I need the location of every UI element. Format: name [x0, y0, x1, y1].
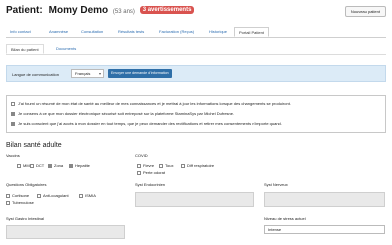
checkbox[interactable] [79, 194, 83, 198]
covid-option[interactable]: Fievre [137, 163, 154, 168]
section-title-bilan: Bilan santé adulte [6, 142, 62, 149]
option-label: Diff respiratoire [187, 163, 215, 168]
covid-option[interactable]: Diff respiratoire [181, 163, 214, 168]
consent-row: J'ai fourni un résumé de mon état de san… [11, 101, 291, 106]
option-label: Toux [165, 163, 174, 168]
language-selected: Français [75, 71, 91, 76]
consents-box: J'ai fourni un résumé de mon état de san… [6, 95, 386, 133]
option-label: DCT [36, 163, 45, 168]
checkbox[interactable] [30, 164, 34, 168]
covid-option[interactable]: Toux [159, 163, 173, 168]
vaccins-label: Vaccins [6, 153, 20, 158]
checkbox[interactable] [181, 164, 185, 168]
checkbox[interactable] [137, 164, 141, 168]
option-label: Zona [54, 163, 64, 168]
checkbox[interactable] [159, 164, 163, 168]
tab-facturation[interactable]: Facturation (Reçus) [155, 27, 198, 37]
option-label: ISMIA [85, 193, 96, 198]
tab-consultation[interactable]: Consultation [77, 27, 107, 37]
checkbox[interactable] [6, 201, 10, 205]
consent-text: J'ai fourni un résumé de mon état de san… [18, 101, 291, 106]
syst-endocrinien-label: Syst Endocrinien [135, 182, 166, 187]
consent-checkbox-1[interactable] [11, 102, 15, 106]
checkbox[interactable] [37, 194, 41, 198]
patient-age: (53 ans) [112, 9, 135, 15]
patient-label: Patient: [6, 5, 43, 16]
page-title: Patient: Momy Demo (53 ans) 3 avertisseme… [6, 5, 195, 16]
vaccin-option[interactable]: Zona [48, 163, 63, 168]
syst-endocrinien-textarea[interactable] [135, 192, 254, 207]
language-panel: Langue de communication Français ▾ Envoy… [6, 65, 386, 82]
checkbox[interactable] [6, 194, 10, 198]
new-patient-button[interactable]: Nouveau patient [344, 6, 386, 17]
question-option[interactable]: ISMIA [79, 193, 96, 198]
language-label: Langue de communication [12, 72, 59, 77]
tab-anamnese[interactable]: Anamnèse [45, 27, 72, 37]
consent-row: Je consens à ce que mon dossier électron… [11, 111, 234, 116]
syst-nerveux-textarea[interactable] [264, 192, 385, 207]
vaccin-option[interactable]: Hepatite [69, 163, 90, 168]
option-label: Cortisone [12, 193, 30, 198]
consent-text: Je consens à ce que mon dossier électron… [18, 111, 235, 116]
tab-historique[interactable]: Historique [205, 27, 231, 37]
checkbox[interactable] [17, 164, 21, 168]
syst-gastro-label: Syst Gastro Intestinal [6, 216, 45, 221]
covid-label: COVID [135, 153, 148, 158]
stress-level-selected: Intense [268, 227, 282, 232]
checkbox[interactable] [48, 164, 52, 168]
consent-row: Je suis conscient que j'ai accès à mon d… [11, 121, 282, 126]
language-select[interactable]: Français ▾ [71, 69, 104, 78]
option-label: Perte odorat [143, 170, 166, 175]
option-label: Tuberculose [12, 200, 34, 205]
covid-option[interactable]: Perte odorat [137, 170, 165, 175]
stress-level-label: Niveau de stress actuel [264, 216, 306, 221]
warnings-badge[interactable]: 3 avertissements [139, 6, 195, 14]
consent-checkbox-3[interactable] [11, 122, 15, 126]
option-label: Fievre [143, 163, 155, 168]
option-label: Hepatite [75, 163, 90, 168]
syst-nerveux-label: Syst Nerveux [264, 182, 288, 187]
send-information-request-button[interactable]: Envoyer une demande d'information [108, 69, 172, 78]
vaccin-option[interactable]: DCT [30, 163, 44, 168]
consent-checkbox-2[interactable] [11, 112, 15, 116]
syst-gastro-textarea[interactable] [6, 225, 125, 239]
subtab-bilan-patient[interactable]: Bilan du patient [6, 44, 44, 54]
checkbox[interactable] [69, 164, 73, 168]
question-option[interactable]: Tuberculose [6, 200, 34, 205]
tab-info-contact[interactable]: Info contact [6, 27, 35, 37]
tab-portail-patient[interactable]: Portail Patient [234, 27, 269, 37]
subtab-documents[interactable]: Documents [52, 44, 80, 54]
question-option[interactable]: Cortisone [6, 193, 29, 198]
option-label: Anti-coagulant [43, 193, 69, 198]
question-option[interactable]: Anti-coagulant [37, 193, 69, 198]
checkbox[interactable] [137, 171, 141, 175]
tab-resultats-tests[interactable]: Résultats tests [114, 27, 148, 37]
main-tabs: Info contact Anamnèse Consultation Résul… [6, 27, 386, 38]
consent-text: Je suis conscient que j'ai accès à mon d… [18, 121, 282, 126]
stress-level-select[interactable]: Intense [264, 225, 385, 234]
chevron-down-icon: ▾ [98, 71, 101, 76]
questions-label: Questions Obligatoires [6, 182, 47, 187]
sub-tabs: Bilan du patient Documents [6, 44, 386, 55]
patient-name: Momy Demo [48, 5, 109, 16]
